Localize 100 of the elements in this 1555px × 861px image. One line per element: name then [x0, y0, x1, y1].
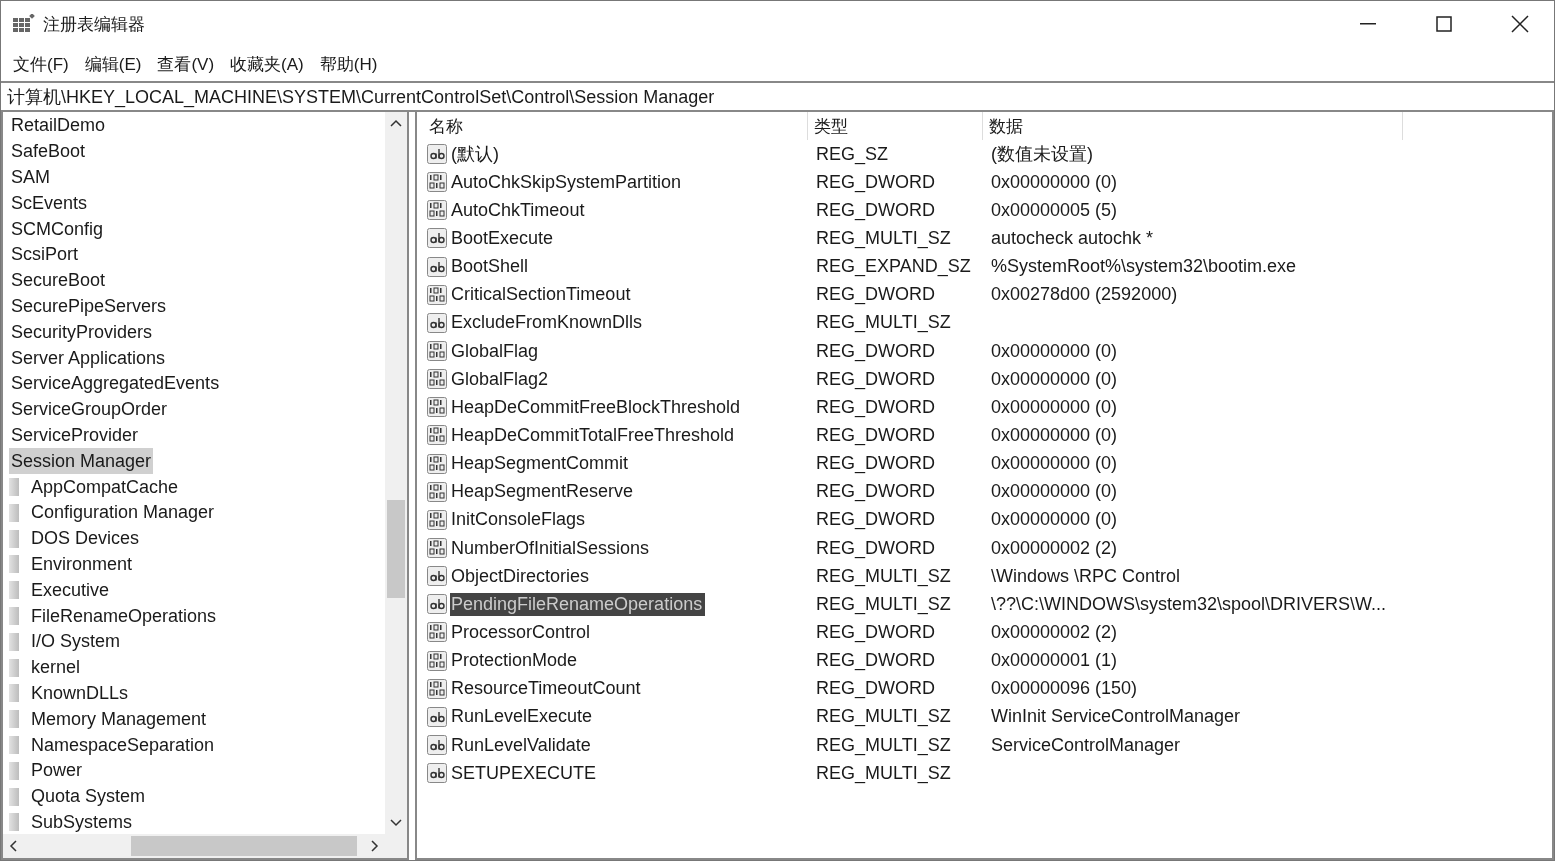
value-name[interactable]: ProtectionMode	[450, 649, 581, 673]
value-name[interactable]: BootShell	[450, 255, 532, 279]
vertical-scrollbar[interactable]	[385, 112, 407, 834]
menu-item[interactable]: 查看(V)	[149, 49, 223, 79]
tree-item[interactable]: SAM	[9, 164, 52, 191]
value-data: 0x00000000 (0)	[990, 481, 1119, 503]
value-name[interactable]: SETUPEXECUTE	[450, 761, 600, 785]
chevron-right-icon	[371, 840, 379, 852]
binary-value-icon	[427, 650, 447, 671]
tree-item[interactable]: kernel	[29, 654, 83, 681]
value-name[interactable]: NumberOfInitialSessions	[450, 536, 653, 560]
minimize-icon	[1360, 23, 1376, 25]
menu-item[interactable]: 文件(F)	[5, 49, 77, 79]
scroll-thumb[interactable]	[131, 836, 357, 856]
menu-item[interactable]: 收藏夹(A)	[222, 49, 312, 79]
folder-icon	[9, 813, 19, 832]
value-name[interactable]: RunLevelValidate	[450, 733, 594, 757]
tree-item[interactable]: ServiceAggregatedEvents	[9, 370, 222, 397]
address-bar[interactable]: 计算机\HKEY_LOCAL_MACHINE\SYSTEM\CurrentControlSet\Control\Session Manager	[1, 83, 1554, 112]
tree-item[interactable]: AppCompatCache	[29, 474, 181, 500]
tree-item[interactable]: ScEvents	[9, 190, 90, 217]
folder-icon	[9, 529, 19, 548]
tree-item[interactable]: SecurityProviders	[9, 319, 155, 346]
tree-item[interactable]: Power	[29, 757, 85, 784]
value-type: REG_DWORD	[815, 199, 936, 221]
tree-item[interactable]: ServiceGroupOrder	[9, 396, 170, 423]
menu-item[interactable]: 编辑(E)	[76, 49, 150, 79]
value-name[interactable]: AutoChkSkipSystemPartition	[450, 170, 685, 194]
value-name[interactable]: BootExecute	[450, 227, 557, 250]
binary-value-icon	[427, 622, 447, 643]
value-type: REG_MULTI_SZ	[815, 734, 952, 756]
binary-value-icon	[427, 369, 447, 390]
value-type: REG_EXPAND_SZ	[815, 256, 972, 278]
value-data: 0x00000000 (0)	[990, 368, 1119, 390]
value-name[interactable]: ResourceTimeoutCount	[450, 677, 644, 701]
value-name[interactable]: RunLevelExecute	[450, 705, 596, 729]
scroll-thumb[interactable]	[387, 500, 405, 598]
tree-item[interactable]: DOS Devices	[29, 525, 142, 552]
value-name[interactable]: HeapSegmentReserve	[450, 480, 637, 504]
value-name[interactable]: PendingFileRenameOperations	[450, 592, 706, 616]
value-type: REG_DWORD	[815, 537, 936, 559]
value-name[interactable]: GlobalFlag	[450, 339, 542, 363]
value-name[interactable]: HeapDeCommitFreeBlockThreshold	[450, 395, 744, 419]
column-header[interactable]: 名称	[423, 112, 808, 140]
tree-item[interactable]: NamespaceSeparation	[29, 732, 217, 758]
value-type: REG_DWORD	[815, 424, 936, 446]
tree-item[interactable]: Configuration Manager	[29, 499, 217, 526]
tree-item[interactable]: KnownDLLs	[29, 680, 131, 707]
value-name[interactable]: InitConsoleFlags	[450, 508, 589, 532]
value-name[interactable]: HeapDeCommitTotalFreeThreshold	[450, 423, 738, 447]
folder-icon	[9, 503, 19, 522]
tree-item[interactable]: Quota System	[29, 783, 148, 810]
value-data: 0x00000096 (150)	[990, 678, 1139, 700]
value-type: REG_DWORD	[815, 678, 936, 700]
value-data: 0x00278d00 (2592000)	[990, 284, 1179, 306]
tree-item[interactable]: SecurePipeServers	[9, 293, 169, 320]
tree-item[interactable]: ServiceProvider	[9, 422, 141, 449]
value-name[interactable]: ObjectDirectories	[450, 564, 593, 588]
binary-value-icon	[427, 341, 447, 362]
folder-icon	[9, 761, 19, 780]
tree-item[interactable]: RetailDemo	[9, 113, 108, 139]
tree-item[interactable]: ScsiPort	[9, 242, 81, 268]
tree-item[interactable]: SCMConfig	[9, 216, 106, 242]
value-name[interactable]: (默认)	[450, 141, 502, 168]
folder-icon	[9, 478, 19, 497]
tree-item[interactable]: Memory Management	[29, 706, 209, 733]
binary-value-icon	[427, 172, 447, 193]
window-title: 注册表编辑器	[43, 13, 146, 36]
tree-item[interactable]: SafeBoot	[9, 138, 88, 165]
tree-item[interactable]: Server Applications	[9, 345, 168, 371]
column-header[interactable]: 类型	[808, 112, 983, 140]
tree-item[interactable]: Session Manager	[9, 448, 154, 475]
tree-item[interactable]: FileRenameOperations	[29, 603, 219, 629]
value-name[interactable]: GlobalFlag2	[450, 367, 552, 391]
tree-item[interactable]: I/O System	[29, 628, 122, 655]
string-value-icon	[427, 144, 447, 165]
value-type: REG_MULTI_SZ	[815, 762, 952, 784]
value-type: REG_MULTI_SZ	[815, 228, 952, 249]
tree-item[interactable]: Environment	[29, 551, 135, 578]
value-name[interactable]: CriticalSectionTimeout	[450, 283, 634, 307]
binary-value-icon	[427, 425, 447, 446]
tree-item[interactable]: SubSystems	[29, 809, 135, 834]
value-type: REG_DWORD	[815, 284, 936, 306]
menu-item[interactable]: 帮助(H)	[311, 49, 386, 79]
tree-item[interactable]: SecureBoot	[9, 267, 108, 294]
value-name[interactable]: AutoChkTimeout	[450, 198, 588, 222]
binary-value-icon	[427, 397, 447, 418]
value-name[interactable]: HeapSegmentCommit	[450, 452, 632, 476]
column-header[interactable]: 数据	[983, 112, 1403, 140]
folder-icon	[9, 555, 19, 574]
value-type: REG_DWORD	[815, 453, 936, 475]
value-name[interactable]: ExcludeFromKnownDlls	[450, 311, 646, 335]
tree-item[interactable]: Executive	[29, 577, 112, 604]
binary-value-icon	[427, 678, 447, 699]
value-data: 0x00000000 (0)	[990, 340, 1119, 362]
value-name[interactable]: ProcessorControl	[450, 620, 594, 644]
string-value-icon	[427, 594, 447, 615]
value-type: REG_DWORD	[815, 481, 936, 503]
value-data: 0x00000000 (0)	[990, 509, 1119, 531]
horizontal-scrollbar[interactable]	[3, 834, 385, 858]
